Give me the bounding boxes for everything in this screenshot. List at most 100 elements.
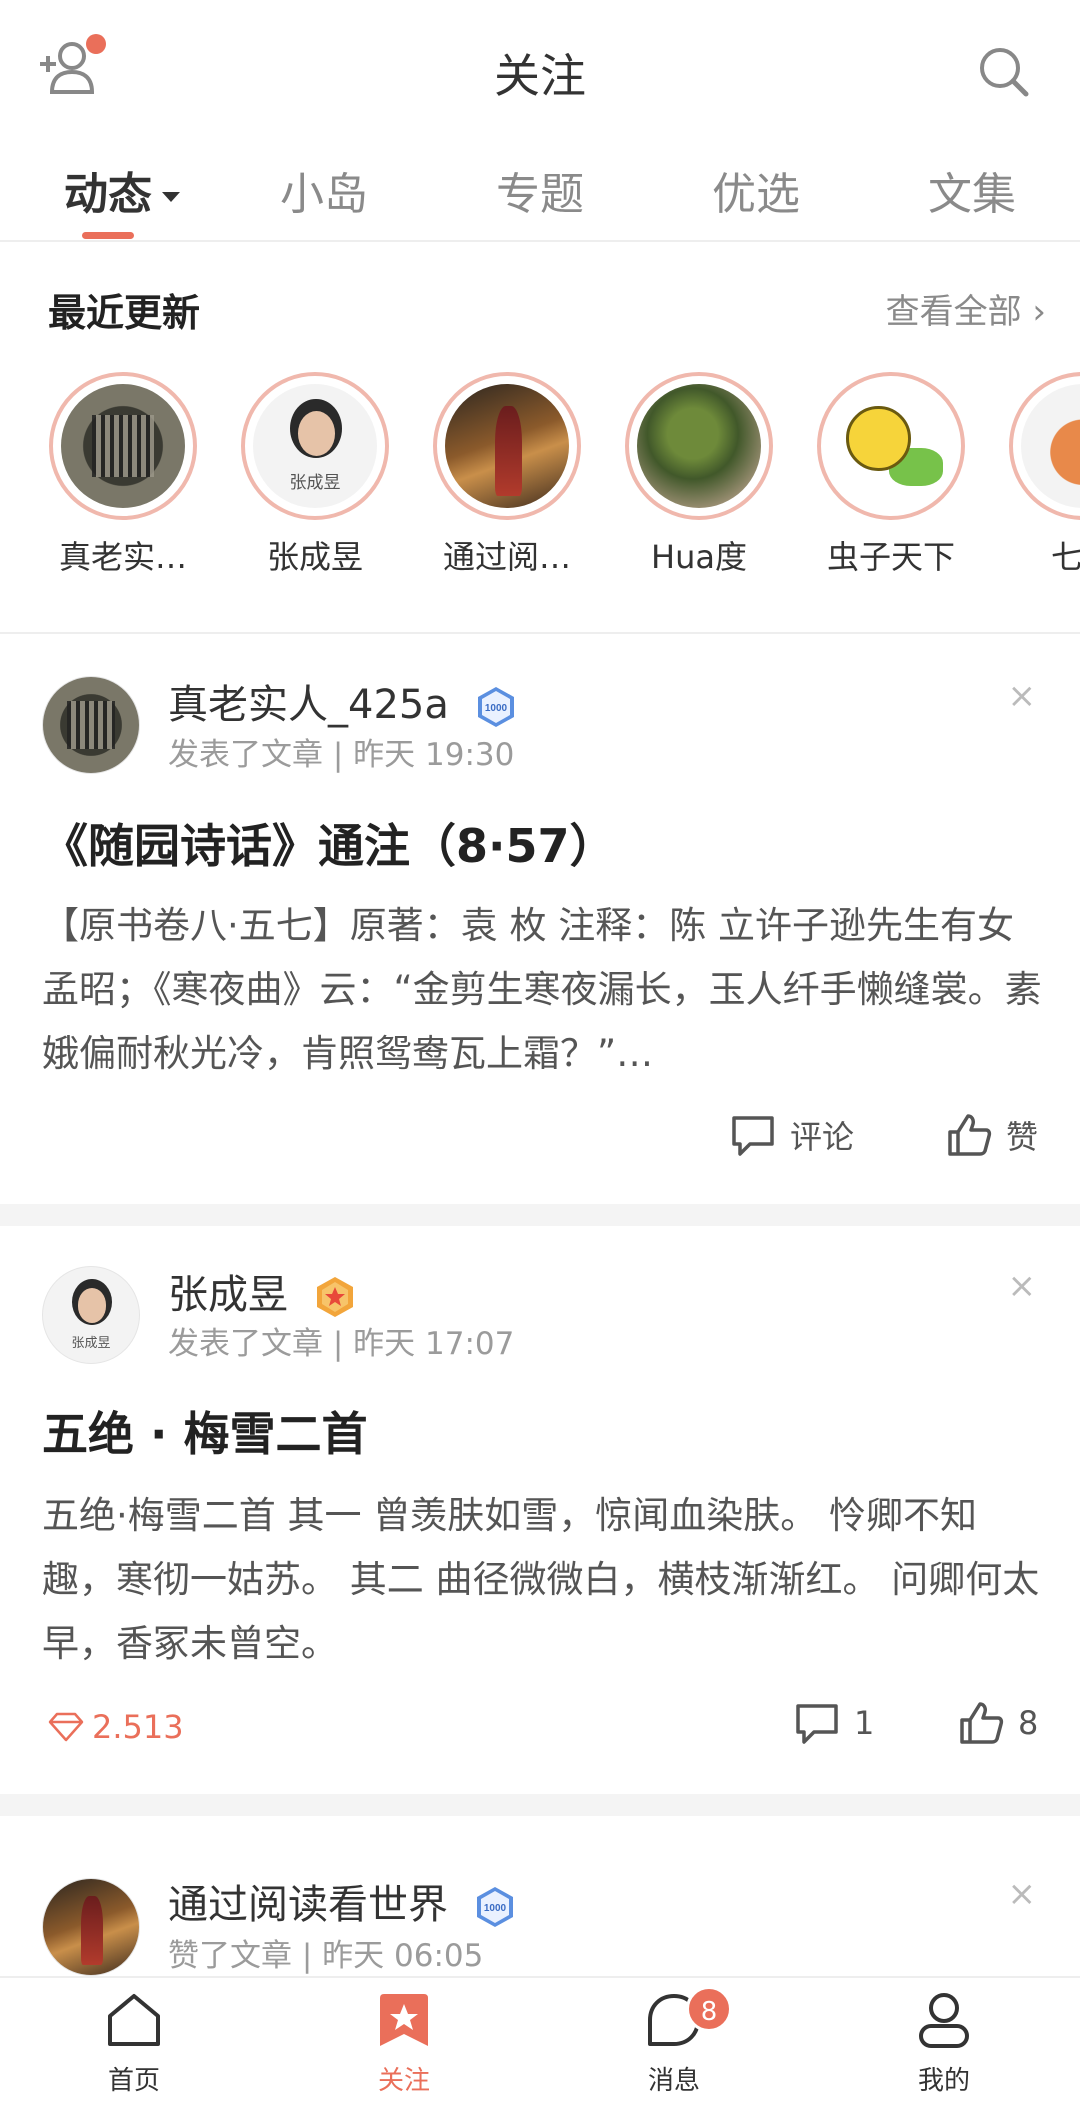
- level-badge-text: 1000: [484, 703, 507, 714]
- nav-label: 我的: [917, 2066, 970, 2096]
- page-title: 关注: [494, 49, 586, 103]
- feed-card: 真老实人_425a 1000 发表了文章 | 昨天 19:30 × 《随园诗话》…: [0, 634, 1080, 1204]
- author-avatar[interactable]: 张成昱: [42, 1266, 140, 1364]
- recent-user-name: 通过阅…: [442, 538, 571, 576]
- diamond-count: 2.513: [48, 1708, 184, 1746]
- tab-collections[interactable]: 文集: [928, 158, 1016, 222]
- feed-card: 张成昱 张成昱 发表了文章 | 昨天 17:07 × 五绝 · 梅雪二首 五绝·…: [0, 1226, 1080, 1794]
- home-icon: [108, 1994, 160, 2046]
- author-name[interactable]: 张成昱: [168, 1272, 288, 1318]
- comment-count: 1: [854, 1704, 875, 1742]
- comment-icon: [796, 1704, 838, 1744]
- bottom-navigation: 首页 关注 8 消息 我的: [0, 1976, 1080, 2111]
- diamond-icon: [48, 1712, 84, 1742]
- comment-button[interactable]: 1: [794, 1700, 874, 1746]
- author-name-row: 张成昱: [168, 1262, 357, 1320]
- message-badge: 8: [686, 1986, 732, 2032]
- recent-user[interactable]: 虫子天下: [816, 372, 966, 578]
- like-button[interactable]: 赞: [946, 1112, 1038, 1158]
- star-badge-icon: [316, 1277, 353, 1317]
- comment-icon: [732, 1116, 774, 1156]
- recent-user-name: Hua度: [651, 538, 747, 576]
- dismiss-button[interactable]: ×: [1008, 1266, 1037, 1306]
- avatar: [445, 384, 569, 508]
- recent-user[interactable]: 张成昱 张成昱: [240, 372, 390, 578]
- recent-user-name: 七七: [1050, 538, 1080, 576]
- recent-user[interactable]: 七七: [1008, 372, 1080, 578]
- recent-avatars-row: 真老实… 张成昱 张成昱 通过阅… Hua度 虫子天下 七七: [0, 372, 1080, 582]
- feed-card: 通过阅读看世界 1000 赞了文章 | 昨天 06:05 ×: [0, 1838, 1080, 1976]
- avatar-figure: [494, 406, 522, 496]
- article-excerpt[interactable]: 五绝·梅雪二首 其一 曾羡肤如雪，惊闻血染肤。 怜卿不知趣，寒彻一姑苏。 其二 …: [42, 1484, 1042, 1676]
- nav-follow[interactable]: 关注: [344, 1988, 464, 2097]
- article-title[interactable]: 《随园诗话》通注（8·57）: [42, 810, 616, 876]
- dismiss-button[interactable]: ×: [1008, 1874, 1037, 1914]
- author-name[interactable]: 真老实人_425a: [168, 682, 449, 728]
- tab-label: 动态: [64, 169, 152, 220]
- post-meta: 发表了文章 | 昨天 19:30: [168, 737, 515, 773]
- avatar-face: [77, 1288, 107, 1323]
- avatar-ring: 张成昱: [241, 372, 389, 520]
- post-meta: 赞了文章 | 昨天 06:05: [168, 1938, 484, 1974]
- dismiss-button[interactable]: ×: [1008, 676, 1037, 716]
- nav-messages[interactable]: 8 消息: [614, 1986, 734, 2097]
- avatar-face: [297, 411, 335, 456]
- avatar: [637, 384, 761, 508]
- nav-profile[interactable]: 我的: [884, 1988, 1004, 2097]
- article-title[interactable]: 五绝 · 梅雪二首: [42, 1398, 368, 1464]
- avatar-figure: [81, 1896, 103, 1966]
- avatar-ring: [817, 372, 965, 520]
- tab-topics[interactable]: 专题: [496, 158, 584, 222]
- avatar-caption: 张成昱: [289, 473, 341, 494]
- author-name-row: 通过阅读看世界 1000: [168, 1872, 517, 1930]
- recent-user-name: 张成昱: [266, 538, 363, 576]
- search-button[interactable]: [976, 44, 1032, 100]
- tab-island[interactable]: 小岛: [280, 158, 368, 222]
- nav-label: 首页: [107, 2066, 160, 2096]
- comment-label: 评论: [790, 1118, 855, 1156]
- author-name-row: 真老实人_425a 1000: [168, 672, 518, 730]
- tab-picks[interactable]: 优选: [712, 158, 800, 222]
- author-name[interactable]: 通过阅读看世界: [168, 1882, 448, 1928]
- active-tab-indicator: [82, 232, 134, 239]
- recent-user-name: 真老实…: [58, 538, 187, 576]
- avatar-ring: [1009, 372, 1080, 520]
- caret-down-icon: [162, 192, 180, 202]
- top-bar: 关注: [0, 0, 1080, 140]
- like-label: 赞: [1006, 1118, 1039, 1156]
- tab-bar: 动态 小岛 专题 优选 文集: [0, 140, 1080, 242]
- avatar: [61, 384, 185, 508]
- article-excerpt[interactable]: 【原书卷八·五七】原著：袁 枚 注释：陈 立许子逊先生有女孟昭；《寒夜曲》云：“…: [42, 894, 1042, 1086]
- search-icon: [980, 48, 1029, 97]
- like-count: 8: [1018, 1704, 1039, 1742]
- recent-user[interactable]: 真老实…: [48, 372, 198, 578]
- level-badge-text: 1000: [484, 1903, 507, 1914]
- diamond-value: 2.513: [92, 1708, 184, 1746]
- recent-user[interactable]: Hua度: [624, 372, 774, 578]
- avatar-ring: [625, 372, 773, 520]
- avatar-ring: [49, 372, 197, 520]
- author-avatar[interactable]: [42, 1878, 140, 1976]
- tab-dynamics[interactable]: 动态: [64, 158, 180, 222]
- comment-button[interactable]: 评论: [730, 1112, 854, 1158]
- avatar-caption: 张成昱: [71, 1336, 111, 1352]
- nav-label: 消息: [647, 2066, 700, 2096]
- recent-updates-heading: 最近更新: [48, 291, 201, 335]
- section-gap: [0, 1204, 1080, 1226]
- post-meta: 发表了文章 | 昨天 17:07: [168, 1326, 515, 1362]
- thumbs-up-icon: [960, 1702, 1004, 1744]
- avatar: [1021, 384, 1080, 508]
- avatar-bug-head: [846, 406, 911, 471]
- view-all-link[interactable]: 查看全部 ›: [886, 284, 1046, 333]
- recent-user-name: 虫子天下: [826, 538, 955, 576]
- avatar: [829, 384, 953, 508]
- author-avatar[interactable]: [42, 676, 140, 774]
- avatar: 张成昱: [253, 384, 377, 508]
- nav-home[interactable]: 首页: [74, 1988, 194, 2097]
- recent-user[interactable]: 通过阅…: [432, 372, 582, 578]
- follow-star-icon: [380, 1994, 428, 2046]
- level-badge-icon: 1000: [477, 687, 514, 727]
- like-button[interactable]: 8: [958, 1700, 1038, 1746]
- thumbs-up-icon: [948, 1114, 992, 1156]
- avatar-ring: [433, 372, 581, 520]
